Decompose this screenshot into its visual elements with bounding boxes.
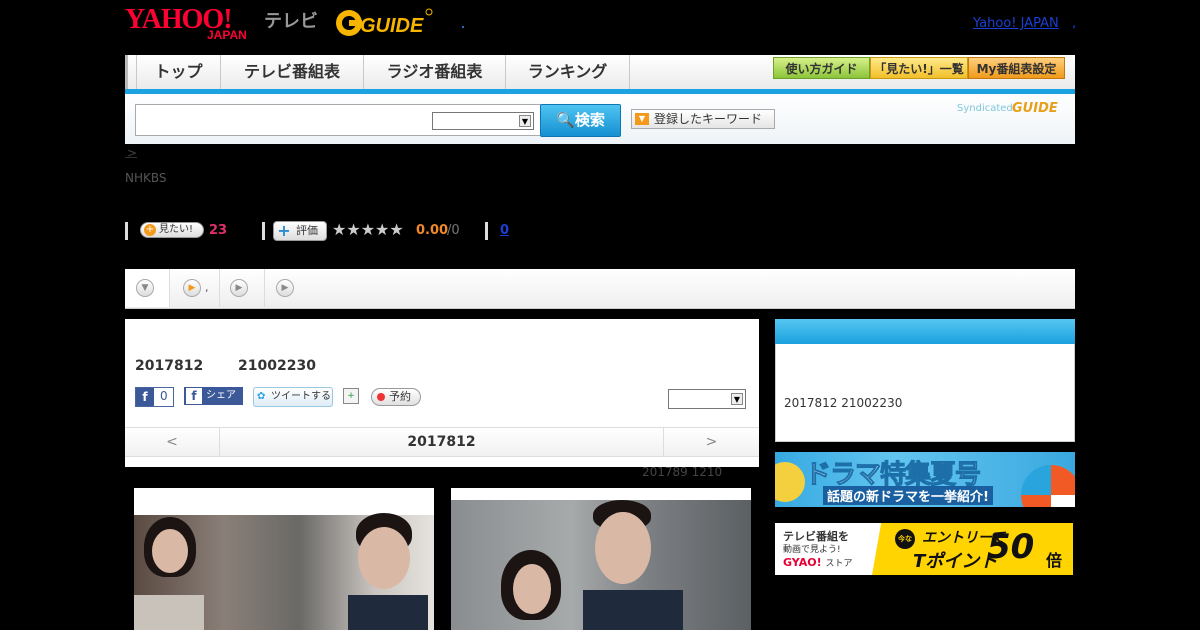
original-airdate: 201789 1210 — [642, 465, 723, 479]
gyao-tpoint-banner[interactable]: テレビ番組を 動画で見よう! GYAO! ストア 今なら エントリーで Tポイン… — [775, 523, 1073, 575]
drama-feature-banner[interactable]: ドラマ特集夏号 話題の新ドラマを一挙紹介! — [775, 452, 1075, 507]
yahoo-logo-sub: JAPAN — [207, 28, 247, 42]
record-dot-icon — [377, 393, 385, 401]
previous-date-button[interactable]: < — [125, 428, 220, 456]
facebook-icon: f — [136, 388, 154, 406]
my-schedule-settings-button[interactable]: My番組表設定 — [968, 57, 1065, 79]
rate-button[interactable]: + 評価 — [273, 221, 327, 241]
date-navigation: < 2017812 > — [125, 427, 759, 457]
search-icon: 🔍 — [556, 111, 575, 129]
play-icon: ▶ — [183, 279, 201, 297]
syndicated-label: Syndicated — [957, 103, 1013, 114]
plus-icon: + — [277, 221, 291, 240]
want-count: 23 — [209, 223, 228, 238]
nav-tab-radio-schedule[interactable]: ラジオ番組表 — [364, 55, 506, 89]
nav-tab-top[interactable]: トップ — [136, 55, 221, 89]
channel-name: NHKBS — [125, 171, 167, 185]
play-icon: ▶ — [276, 279, 294, 297]
plus-icon: + — [144, 224, 156, 236]
yahoo-japan-logo[interactable]: YAHOO! JAPAN — [125, 6, 247, 43]
play-icon: ▶ — [230, 279, 248, 297]
gyao-store: ストア — [825, 559, 853, 569]
tweet-label: ツイートする — [271, 391, 331, 402]
drama-banner-subtitle: 話題の新ドラマを一挙紹介! — [823, 486, 993, 505]
tv-label: テレビ — [264, 11, 318, 32]
sidebar-broadcast-info: 2017812 21002230 — [784, 396, 903, 410]
dropdown-arrow-icon: ▼ — [635, 113, 649, 125]
rating-stars: ★★★★★ — [332, 220, 404, 239]
want-list-button[interactable]: 「見たい!」一覧 — [870, 57, 968, 79]
chevron-down-icon: ▼ — [136, 279, 154, 297]
tab-2[interactable]: ▶ , — [170, 269, 220, 307]
want-to-watch-button[interactable]: + 見たい! — [140, 222, 204, 238]
tab-4[interactable]: ▶ — [265, 269, 295, 307]
gyao-tpoint-text: Tポイント — [913, 551, 998, 572]
gguide-logo-text: GUIDE — [360, 15, 424, 37]
link-separator: , — [1072, 16, 1077, 31]
sidebar-info-header — [775, 319, 1075, 344]
chevron-down-icon: ▼ — [519, 115, 531, 127]
comment-count-link[interactable]: 0 — [500, 223, 509, 238]
breadcrumb-underline — [125, 157, 137, 158]
recorder-select[interactable]: ▼ — [668, 389, 746, 409]
broadcast-date: 2017812 — [135, 358, 204, 374]
twitter-bird-icon: ✿ — [257, 391, 266, 402]
facebook-share-label: シェア — [206, 390, 236, 401]
gyao-50-text: 50 — [987, 527, 1035, 567]
program-image-1[interactable] — [134, 488, 434, 630]
calendar-add-icon[interactable]: + — [343, 388, 359, 404]
fan-decoration-icon — [1021, 465, 1075, 507]
program-tabs: ▼ ▶ , ▶ ▶ — [125, 269, 1075, 309]
search-category-select[interactable]: ▼ — [432, 112, 534, 130]
gyao-logo: GYAO! ストア — [783, 556, 852, 569]
saved-keywords-button[interactable]: ▼ 登録したキーワード — [631, 109, 775, 129]
rating-total: /0 — [447, 223, 460, 238]
tab-2-label: , — [205, 281, 209, 294]
gyao-brand: GYAO! — [783, 556, 822, 569]
yahoo-japan-link[interactable]: Yahoo! JAPAN — [973, 16, 1059, 31]
program-photo-2 — [451, 500, 751, 630]
current-date: 2017812 — [407, 434, 476, 450]
gguide-logo[interactable]: GUIDE — [335, 6, 433, 40]
tab-3[interactable]: ▶ — [220, 269, 265, 307]
program-photo-1 — [134, 513, 434, 630]
tab-program-info[interactable]: ▼ — [125, 269, 170, 307]
usage-guide-button[interactable]: 使い方ガイド — [773, 57, 870, 79]
search-button-label: 検索 — [574, 111, 605, 129]
next-date-button[interactable]: > — [663, 428, 759, 456]
saved-keywords-label: 登録したキーワード — [654, 112, 763, 126]
broadcast-time: 21002230 — [238, 358, 316, 374]
facebook-share-button[interactable]: f シェア — [184, 387, 243, 405]
gyao-banner-line2: 動画で見よう! — [783, 545, 841, 555]
facebook-icon: f — [186, 388, 202, 404]
facebook-like-button[interactable]: f 0 — [135, 387, 174, 407]
nav-tab-ranking[interactable]: ランキング — [506, 55, 630, 89]
reserve-label: 予約 — [389, 390, 411, 403]
chevron-down-icon: ▼ — [731, 393, 743, 405]
search-button[interactable]: 🔍検索 — [540, 104, 621, 137]
nav-tab-tv-schedule[interactable]: テレビ番組表 — [221, 55, 364, 89]
reserve-button[interactable]: 予約 — [371, 388, 421, 406]
header-dot — [462, 26, 464, 28]
gyao-bai-text: 倍 — [1046, 551, 1063, 570]
gyao-badge: 今なら — [895, 529, 915, 563]
sun-decoration-icon — [775, 462, 805, 502]
gguide-logo-icon: GUIDE — [336, 8, 433, 37]
tweet-button[interactable]: ✿ ツイートする — [253, 387, 333, 407]
program-image-2[interactable] — [451, 488, 751, 630]
rating-score: 0.00 — [416, 223, 449, 238]
rate-label: 評価 — [296, 224, 318, 237]
facebook-like-count: 0 — [160, 389, 168, 403]
divider — [125, 222, 128, 240]
divider — [485, 222, 488, 240]
divider — [262, 222, 265, 240]
want-to-watch-label: 見たい! — [159, 224, 194, 235]
syndicated-gguide-logo: GUIDE — [1012, 101, 1058, 116]
